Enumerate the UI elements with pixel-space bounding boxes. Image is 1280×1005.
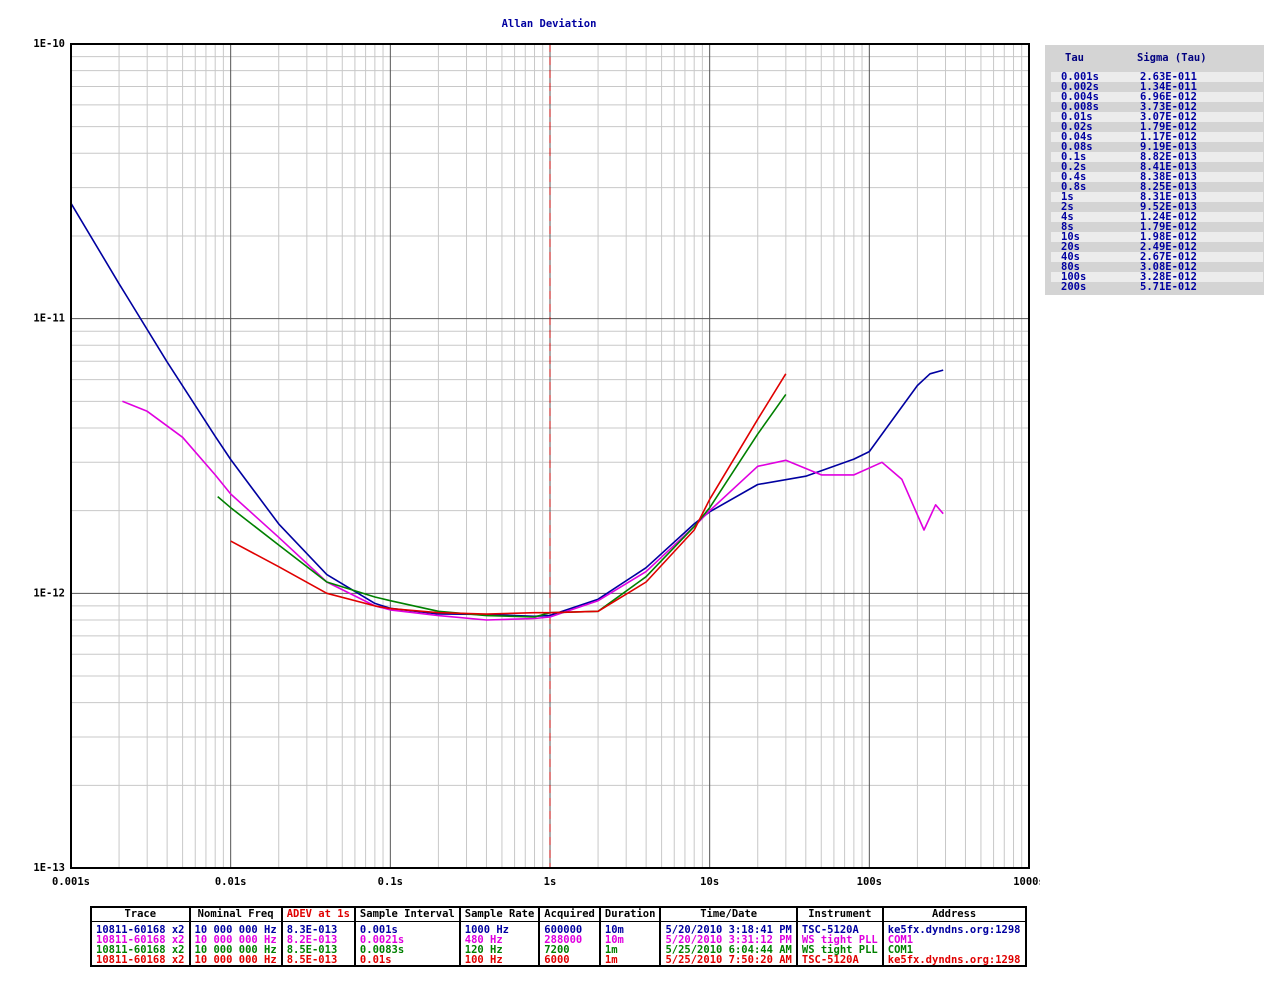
chart-title: Allan Deviation: [502, 18, 597, 30]
trace-cell: ke5fx.dyndns.org:1298: [881, 955, 1027, 967]
trace-cell: 0.01s: [353, 955, 461, 967]
trace-cell: 5/20/2010 3:18:41 PM: [659, 921, 798, 935]
trace-table-header: Acquired: [538, 906, 601, 922]
trace-table-header: Nominal Freq: [188, 906, 283, 922]
x-tick-label: 0.1s: [378, 876, 403, 888]
tau-sigma-panel: Tau Sigma (Tau) 0.001s 2.63E-011 0.002s 1.3…: [1045, 45, 1264, 295]
trace-table: Trace Nominal Freq ADEV at 1s Sample Interv…: [90, 906, 1027, 967]
y-tick-label: 1E-10: [33, 38, 65, 50]
trace-cell: 100 Hz: [458, 955, 541, 967]
trace-cell: TSC-5120A: [795, 955, 884, 967]
trace-table-header: ADEV at 1s: [280, 906, 356, 922]
y-tick-label: 1E-12: [33, 587, 65, 599]
tau-header: Tau: [1065, 52, 1084, 64]
trace-cell: 10 000 000 Hz: [188, 955, 283, 967]
trace-cell: 1m: [598, 955, 662, 967]
trace-table-header: Sample Rate: [458, 906, 541, 922]
x-tick-label: 0.001s: [52, 876, 90, 888]
x-tick-label: 100s: [857, 876, 882, 888]
trace-table-header: Instrument: [795, 906, 884, 922]
data-series: [70, 202, 944, 621]
tau-value: 200s: [1061, 281, 1087, 293]
trace-cell: 8.5E-013: [280, 955, 356, 967]
x-tick-label: 1s: [544, 876, 557, 888]
trace-cell: 10 000 000 Hz: [188, 921, 283, 935]
x-tick-label: 0.01s: [215, 876, 247, 888]
trace-cell: 10811-60168 x2: [90, 955, 191, 967]
trace-row: 10811-60168 x2 10 000 000 Hz 8.3E-013 0.001…: [90, 921, 1027, 935]
trace-table-header: Time/Date: [659, 906, 798, 922]
trace-table-header: Duration: [598, 906, 662, 922]
trace-table-header: Trace: [90, 906, 191, 922]
trace-table-header: Sample Interval: [353, 906, 461, 922]
trace-cell: 1000 Hz: [458, 921, 541, 935]
y-tick-label: 1E-11: [33, 313, 65, 325]
trace-cell: ke5fx.dyndns.org:1298: [881, 921, 1027, 935]
tick-labels: 0.001s 0.01s 0.1s 1s 10s 100s 1000s 1E-10 1E-11 1…: [33, 38, 1040, 888]
y-tick-label: 1E-13: [33, 862, 65, 874]
sigma-header: Sigma (Tau): [1137, 52, 1207, 64]
trace-cell: 10m: [598, 921, 662, 935]
series-line-1: [70, 202, 944, 618]
trace-cell: 8.3E-013: [280, 921, 356, 935]
trace-cell: 0.001s: [353, 921, 461, 935]
trace-cell: 5/25/2010 7:50:20 AM: [659, 955, 798, 967]
trace-cell: 600000: [538, 921, 601, 935]
trace-row: 10811-60168 x2 10 000 000 Hz 8.5E-013 0.01s…: [90, 955, 1027, 967]
trace-table-header: Address: [881, 906, 1027, 922]
tau-row: 200s 5.71E-012: [1051, 281, 1263, 293]
trace-cell: 6000: [538, 955, 601, 967]
trace-cell: TSC-5120A: [795, 921, 884, 935]
allan-deviation-chart: Allan Deviation 0.001s 0.01s 0.1s 1s 10s 100s…: [33, 18, 1040, 888]
sigma-value: 5.71E-012: [1140, 281, 1197, 293]
x-tick-label: 1000s: [1013, 876, 1040, 888]
x-tick-label: 10s: [700, 876, 719, 888]
trace-cell: 10811-60168 x2: [90, 921, 191, 935]
